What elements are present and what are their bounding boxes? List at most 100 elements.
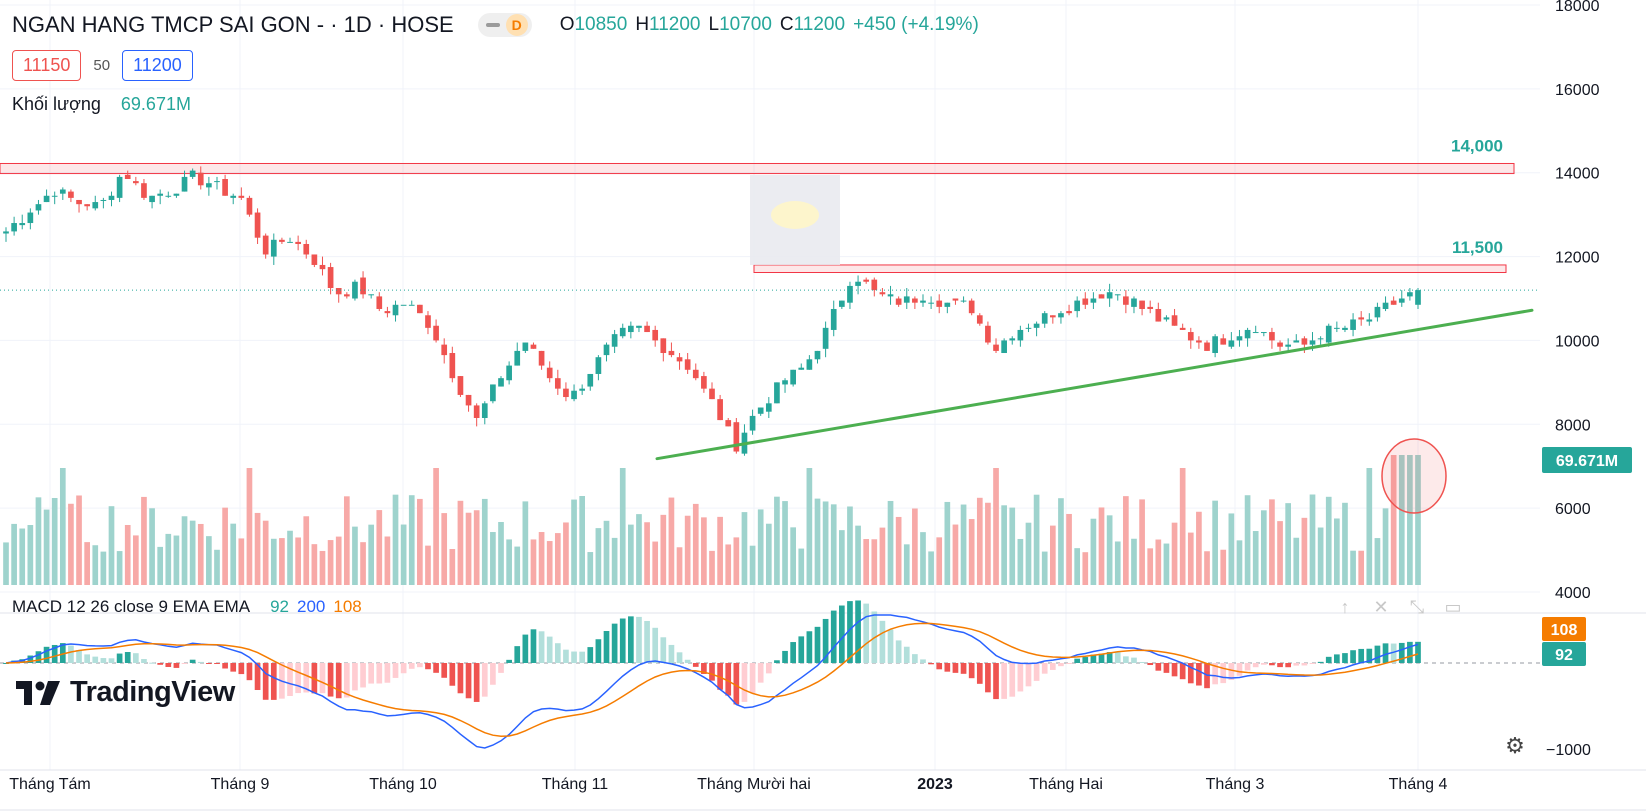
time-axis-label: Tháng Hai	[1029, 776, 1103, 793]
candle-body	[903, 296, 910, 303]
volume-bar	[717, 516, 723, 585]
candle-body	[546, 367, 553, 379]
volume-bar	[246, 468, 253, 585]
volume-bar	[976, 497, 983, 585]
macd-histogram-bar	[149, 662, 155, 664]
volume-bar	[684, 515, 691, 585]
macd-histogram-bar	[530, 629, 537, 663]
volume-bar	[1220, 549, 1227, 585]
candle-body	[173, 193, 180, 196]
volume-bar	[100, 551, 107, 585]
volume-bar	[1293, 537, 1300, 585]
maximize-icon[interactable]: ▭	[1442, 596, 1464, 618]
gear-icon[interactable]: ⚙	[1502, 733, 1528, 759]
tradingview-logo[interactable]: TradingView	[16, 676, 235, 709]
collapse-icon[interactable]: ⤡	[1406, 596, 1428, 618]
candle-body	[481, 403, 488, 418]
candle-body	[522, 342, 529, 351]
volume-bar	[546, 541, 553, 585]
volume-bar	[1366, 468, 1373, 585]
sell-button[interactable]: 11150	[12, 50, 82, 81]
axes: 18000 16000 14000 12000 10000 8000 6000 4000 −10…	[9, 0, 1632, 793]
candle-body	[1228, 340, 1235, 347]
macd-histogram-bar	[230, 663, 237, 672]
time-axis-label: Tháng 11	[542, 776, 609, 793]
macd-histogram-bar	[806, 631, 813, 663]
volume-bar	[116, 551, 123, 585]
time-axis-label: Tháng 3	[1206, 776, 1265, 793]
macd-legend[interactable]: MACD 12 26 close 9 EMA EMA 92 200 108	[12, 597, 362, 617]
candle-body	[579, 388, 586, 391]
volume-bar	[1041, 551, 1048, 585]
candle-body	[1382, 302, 1389, 309]
volume-bar	[360, 542, 366, 585]
volume-bar	[960, 504, 967, 585]
trendline	[655, 308, 1534, 461]
volume-bar	[1382, 508, 1389, 585]
macd-histogram-bar	[319, 663, 326, 694]
candle-body	[1179, 327, 1186, 330]
macd-histogram-bar	[1041, 663, 1048, 674]
low-value: 10700	[719, 14, 772, 35]
level-label: 14,000	[1451, 136, 1503, 155]
volume-bar	[765, 523, 772, 585]
price-chart[interactable]: 18000 16000 14000 12000 10000 8000 6000 4000 −10…	[0, 0, 1646, 812]
candle-body	[254, 212, 261, 238]
candle-body	[222, 179, 228, 196]
macd-title: MACD 12 26 close 9 EMA EMA	[12, 597, 251, 616]
macd-histogram-bar	[1049, 663, 1056, 670]
macd-histogram-bar	[790, 642, 796, 663]
candle-body	[343, 294, 350, 297]
macd-histogram-bar	[417, 663, 423, 668]
macd-histogram-bar	[1358, 648, 1365, 663]
candle-body	[887, 294, 894, 297]
volume-bar	[473, 510, 480, 585]
volume-bar	[181, 516, 188, 585]
price-axis-label: 4000	[1555, 585, 1591, 602]
buy-button[interactable]: 11200	[122, 50, 193, 81]
macd-histogram-bar	[84, 654, 90, 663]
macd-histogram-bar	[749, 663, 756, 693]
volume-bar	[903, 544, 910, 585]
candle-body	[392, 304, 399, 316]
candle-body	[1317, 338, 1324, 340]
candle-body	[1058, 313, 1064, 318]
macd-histogram-bar	[587, 647, 594, 663]
macd-histogram-bar	[985, 663, 991, 693]
candle-body	[993, 344, 999, 351]
price-axis-label: 6000	[1555, 501, 1591, 518]
candle-body	[1366, 319, 1373, 322]
volume-bar	[287, 530, 293, 585]
volume-bar	[1082, 552, 1089, 585]
macd-histogram-bar	[741, 663, 748, 702]
candle-body	[498, 378, 504, 387]
close-icon[interactable]: ✕	[1370, 596, 1392, 618]
volume-bar	[51, 497, 58, 585]
volume-bar	[1260, 510, 1267, 585]
candle-body	[141, 183, 147, 198]
candle-body	[912, 298, 918, 303]
volume-bar	[1139, 499, 1145, 585]
macd-histogram-bar	[376, 663, 383, 684]
volume-bar	[3, 542, 9, 585]
interval-pill[interactable]: D	[477, 13, 532, 37]
volume-bar	[1374, 538, 1381, 585]
volume-highlight-circle	[1381, 438, 1447, 514]
candle-body	[684, 359, 691, 370]
volume-legend[interactable]: Khối lượng 69.671M	[12, 94, 191, 115]
volume-bar	[847, 506, 853, 585]
arrow-up-icon[interactable]: ↑	[1334, 596, 1356, 618]
symbol-title[interactable]: NGAN HANG TMCP SAI GON - · 1D · HOSE	[12, 12, 454, 38]
macd-histogram-bar	[1285, 663, 1292, 668]
candle-body	[960, 300, 967, 302]
macd-histogram-bar	[798, 636, 805, 663]
volume-bar	[644, 522, 650, 585]
time-axis-label: Tháng 10	[369, 776, 437, 793]
macd-histogram-bar	[1220, 663, 1227, 684]
volume-bar	[1334, 518, 1340, 585]
volume-bar	[376, 510, 383, 585]
macd-signal-value: 108	[333, 597, 362, 616]
macd-histogram-bar	[449, 663, 456, 686]
level-label: 11,500	[1452, 238, 1503, 257]
candle-body	[920, 300, 926, 303]
